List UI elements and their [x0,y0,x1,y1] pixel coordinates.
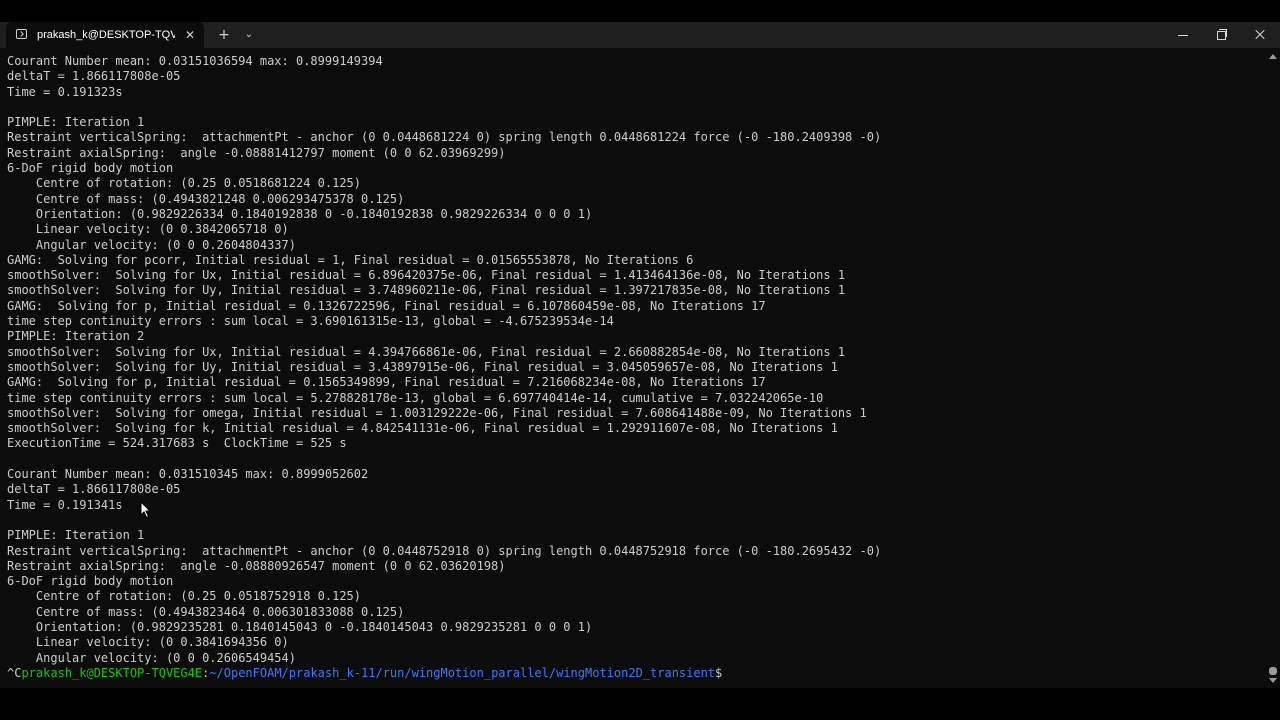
output-line: GAMG: Solving for p, Initial residual = … [7,298,766,313]
title-bar: prakash_k@DESKTOP-TQVEG4E: ~ ✕ + ⌄ [0,22,1280,48]
terminal-icon [16,29,27,39]
output-line: smoothSolver: Solving for Ux, Initial re… [7,268,846,283]
output-line: smoothSolver: Solving for Uy, Initial re… [7,359,838,374]
new-tab-icon[interactable]: + [216,26,232,44]
output-line: 6-DoF rigid body motion [7,161,174,176]
prompt-path: ~/OpenFOAM/prakash_k-11/run/wingMotion_p… [209,665,716,680]
scroll-thumb[interactable] [1269,667,1277,675]
output-line: Courant Number mean: 0.03151036594 max: … [7,54,383,68]
output-line: smoothSolver: Solving for omega, Initial… [7,405,867,420]
output-line: Linear velocity: (0 0.3842065718 0) [7,222,289,237]
output-line: Centre of mass: (0.4943821248 0.00629347… [7,191,405,206]
output-line: smoothSolver: Solving for k, Initial res… [7,421,838,436]
output-line: Linear velocity: (0 0.3841694356 0) [7,635,289,650]
output-line: time step continuity errors : sum local … [7,390,824,405]
close-window-button[interactable] [1241,22,1279,48]
output-line: PIMPLE: Iteration 2 [7,329,145,344]
output-line: Orientation: (0.9829235281 0.1840145043 … [7,619,593,634]
output-line: Angular velocity: (0 0 0.2606549454) [7,650,296,665]
tab-close-icon[interactable]: ✕ [183,26,197,44]
scroll-down-icon[interactable] [1269,678,1277,683]
terminal-output[interactable]: Courant Number mean: 0.03151036594 max: … [0,48,1266,688]
output-line: Angular velocity: (0 0 0.2604804337) [7,237,296,252]
scroll-up-icon[interactable] [1269,54,1277,59]
output-line: 6-DoF rigid body motion [7,574,174,589]
terminal-content: Courant Number mean: 0.03151036594 max: … [7,54,1262,681]
output-line: Orientation: (0.9829226334 0.1840192838 … [7,206,593,221]
letterbox-top [0,0,1280,22]
prompt-user: prakash_k@DESKTOP-TQVEG4E [21,665,203,680]
prompt-line: ^Cprakash_k@DESKTOP-TQVEG4E:~/OpenFOAM/p… [7,666,1262,681]
output-line: GAMG: Solving for pcorr, Initial residua… [7,252,694,267]
output-line: Courant Number mean: 0.031510345 max: 0.… [7,467,369,482]
chevron-down-icon[interactable]: ⌄ [242,26,256,44]
tab-title: prakash_k@DESKTOP-TQVEG4E: ~ [37,29,175,41]
output-line: smoothSolver: Solving for Uy, Initial re… [7,283,846,298]
output-line: ExecutionTime = 524.317683 s ClockTime =… [7,436,347,451]
minimize-icon [1178,35,1188,36]
output-line: Restraint axialSpring: angle -0.08881412… [7,145,506,160]
mouse-cursor-icon [140,501,152,519]
scrollbar[interactable] [1266,48,1280,688]
output-line: Restraint verticalSpring: attachmentPt -… [7,543,882,558]
terminal-window: prakash_k@DESKTOP-TQVEG4E: ~ ✕ + ⌄ Coura… [0,0,1280,720]
output-line: Time = 0.191323s [7,84,123,99]
output-line: Centre of rotation: (0.25 0.0518752918 0… [7,589,362,604]
output-line: PIMPLE: Iteration 1 [7,115,145,130]
restore-icon-front [1217,31,1226,40]
output-line: GAMG: Solving for p, Initial residual = … [7,375,766,390]
output-line: PIMPLE: Iteration 1 [7,528,145,543]
output-line: deltaT = 1.866117808e-05 [7,69,181,84]
output-line: time step continuity errors : sum local … [7,314,614,329]
output-line: Restraint axialSpring: angle -0.08880926… [7,558,506,573]
minimize-button[interactable] [1164,22,1202,48]
tab-terminal[interactable]: prakash_k@DESKTOP-TQVEG4E: ~ ✕ [6,22,204,48]
prompt-ctrl: ^C [7,665,22,680]
output-line: Restraint verticalSpring: attachmentPt -… [7,130,882,145]
output-line: Centre of rotation: (0.25 0.0518681224 0… [7,176,362,191]
maximize-button[interactable] [1202,22,1240,48]
output-line: Centre of mass: (0.4943823464 0.00630183… [7,604,405,619]
letterbox-bottom [0,688,1280,720]
prompt-dollar: $ [715,665,723,680]
output-line: Time = 0.191341s [7,497,123,512]
output-line: smoothSolver: Solving for Ux, Initial re… [7,344,846,359]
output-line: deltaT = 1.866117808e-05 [7,482,181,497]
